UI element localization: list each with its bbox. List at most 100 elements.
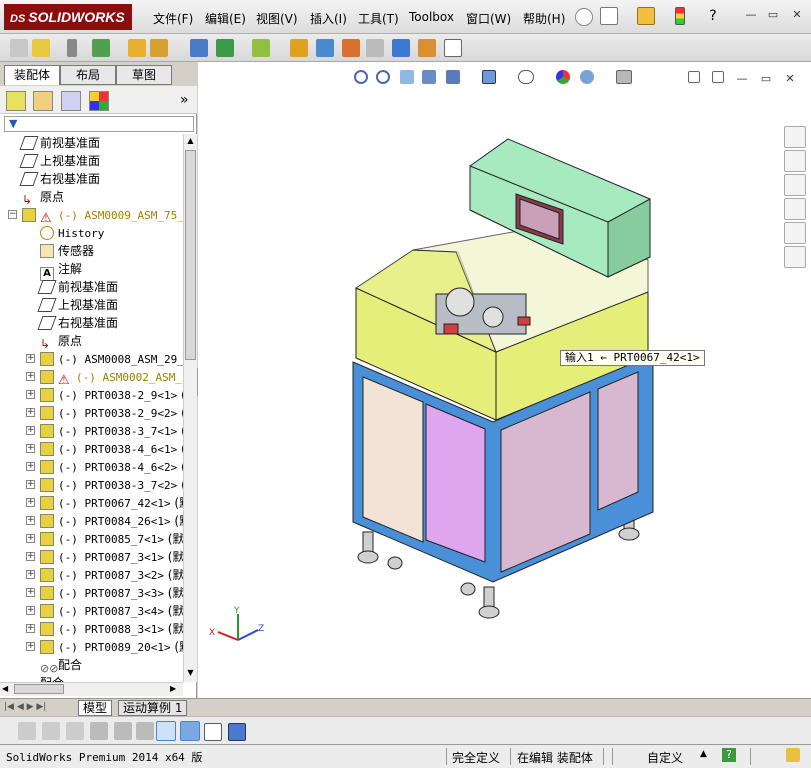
assembly-features-icon[interactable]: [216, 39, 234, 57]
shaded-icon[interactable]: [42, 722, 60, 740]
scroll-up-arrow-icon[interactable]: ▲: [186, 136, 195, 146]
status-tag-icon[interactable]: [786, 748, 800, 762]
menu-tools[interactable]: 工具(T): [358, 10, 399, 27]
minimize-button[interactable]: —: [743, 8, 759, 22]
tree-item-component[interactable]: (-) PRT0087_3<3> (默: [40, 584, 183, 602]
tree-item-component[interactable]: (-) PRT0038-3_7<1> (: [40, 422, 183, 440]
expand-toggle[interactable]: +: [26, 606, 35, 615]
expand-toggle[interactable]: +: [26, 426, 35, 435]
menu-insert[interactable]: 插入(I): [310, 10, 347, 27]
expand-toggle[interactable]: +: [26, 534, 35, 543]
assembly-model-3d[interactable]: [198, 62, 811, 698]
taskpane-file-explorer-icon[interactable]: [784, 174, 806, 196]
expand-toggle[interactable]: +: [26, 444, 35, 453]
tree-item-component[interactable]: (-) PRT0089_20<1> (默: [40, 638, 183, 656]
insert-component-icon[interactable]: [32, 39, 50, 57]
menu-window[interactable]: 窗口(W): [466, 10, 511, 27]
expand-toggle[interactable]: +: [26, 408, 35, 417]
tab-layout[interactable]: 布局: [60, 65, 116, 85]
tree-item-component[interactable]: (-) PRT0038-4_6<2> (: [40, 458, 183, 476]
expand-panel-icon[interactable]: »: [180, 92, 189, 108]
tree-item-origin[interactable]: ↳ 原点: [22, 188, 64, 207]
taskpane-custom-properties-icon[interactable]: [784, 246, 806, 268]
grid-icon[interactable]: [114, 722, 132, 740]
mate-icon[interactable]: [67, 39, 77, 57]
reference-geometry-icon[interactable]: [252, 39, 270, 57]
tree-item-component[interactable]: (-) PRT0067_42<1> (默: [40, 494, 183, 512]
menu-toolbox[interactable]: Toolbox: [409, 10, 454, 24]
scroll-down-arrow-icon[interactable]: ▼: [186, 668, 195, 678]
tab-assembly[interactable]: 装配体: [4, 65, 60, 85]
show-hidden-icon[interactable]: [190, 39, 208, 57]
taskpane-view-palette-icon[interactable]: [784, 198, 806, 220]
instant3d-icon[interactable]: [444, 39, 462, 57]
tree-item-front-plane-sub[interactable]: 前视基准面: [37, 278, 118, 296]
new-motion-study-icon[interactable]: [290, 39, 308, 57]
menu-view[interactable]: 视图(V): [256, 10, 298, 27]
smart-fasteners-icon[interactable]: [128, 39, 146, 57]
tree-view-icon[interactable]: [156, 721, 176, 741]
taskpane-appearances-icon[interactable]: [784, 222, 806, 244]
status-help[interactable]: ?: [722, 748, 736, 762]
exploded-view-icon[interactable]: [342, 39, 360, 57]
status-units[interactable]: 自定义: [647, 749, 683, 766]
edit-component-icon[interactable]: [10, 39, 28, 57]
property-manager-icon[interactable]: [33, 91, 53, 111]
wireframe-icon[interactable]: [90, 722, 108, 740]
expand-toggle[interactable]: +: [26, 372, 35, 381]
new-document-icon[interactable]: [600, 7, 618, 25]
menu-file[interactable]: 文件(F): [153, 10, 193, 27]
pin-icon[interactable]: [575, 8, 593, 26]
feature-manager-tree-icon[interactable]: [6, 91, 26, 111]
tree-item-mates-partial[interactable]: ⊘⊘配合: [22, 674, 64, 682]
expand-toggle[interactable]: +: [26, 354, 35, 363]
expand-toggle[interactable]: +: [26, 624, 35, 633]
configuration-manager-icon[interactable]: [61, 91, 81, 111]
units-up-arrow-icon[interactable]: ▲: [700, 749, 707, 759]
tree-item-history[interactable]: History: [40, 224, 104, 242]
expand-toggle[interactable]: +: [26, 462, 35, 471]
restore-button[interactable]: ▭: [765, 8, 781, 22]
tree-item-annotations[interactable]: A 注解: [40, 260, 82, 281]
tree-item-component[interactable]: (-) PRT0038-2_9<2> (: [40, 404, 183, 422]
tree-item-mates[interactable]: ⊘⊘配合: [40, 656, 82, 675]
expand-toggle[interactable]: +: [26, 642, 35, 651]
expand-toggle[interactable]: +: [26, 516, 35, 525]
tab-motion-study[interactable]: 运动算例 1: [118, 700, 188, 716]
tab-model[interactable]: 模型: [78, 700, 113, 716]
tree-horizontal-scrollbar[interactable]: ◀ ▶: [0, 682, 183, 696]
linear-pattern-icon[interactable]: [92, 39, 110, 57]
tree-item-component[interactable]: (-) PRT0087_3<1> (默: [40, 548, 183, 566]
save-view-icon[interactable]: [228, 723, 246, 741]
tree-item-component[interactable]: (-) PRT0085_7<1> (默: [40, 530, 183, 548]
tree-item-component[interactable]: (-) PRT0087_3<2> (默: [40, 566, 183, 584]
tree-item-component[interactable]: (-) PRT0087_3<4> (默: [40, 602, 183, 620]
table-view-icon[interactable]: [204, 723, 222, 741]
tree-item-origin-sub[interactable]: ↳ 原点: [40, 332, 82, 351]
hidden-lines-icon[interactable]: [66, 722, 84, 740]
scroll-thumb[interactable]: [185, 150, 196, 360]
close-button[interactable]: ✕: [789, 8, 805, 22]
horizontal-scroll-thumb[interactable]: [14, 684, 64, 694]
graphics-area[interactable]: — ▭ ✕ Y Z X: [198, 62, 811, 698]
collapse-toggle[interactable]: −: [8, 210, 17, 219]
menu-edit[interactable]: 编辑(E): [205, 10, 246, 27]
menu-help[interactable]: 帮助(H): [523, 10, 565, 27]
taskpane-home-icon[interactable]: [784, 126, 806, 148]
tree-item-component[interactable]: (-) PRT0084_26<1> (默: [40, 512, 183, 530]
tab-scroll-arrows-icon[interactable]: |◀ ◀ ▶ ▶|: [4, 702, 46, 712]
shaded-edges-icon[interactable]: [18, 722, 36, 740]
tab-sketch[interactable]: 草图: [116, 65, 172, 85]
move-component-icon[interactable]: [150, 39, 168, 57]
tree-item-component[interactable]: (-) ASM0008_ASM_29_A: [40, 350, 183, 368]
tree-filter-input[interactable]: ▼: [4, 116, 194, 132]
tree-item-root-assembly[interactable]: ⚠ (-) ASM0009_ASM_75_A: [22, 206, 183, 226]
expand-toggle[interactable]: +: [26, 552, 35, 561]
taskpane-design-library-icon[interactable]: [784, 150, 806, 172]
tree-item-component[interactable]: (-) PRT0038-3_7<2> (: [40, 476, 183, 494]
tree-vertical-scrollbar[interactable]: ▲ ▼: [183, 134, 197, 682]
expand-toggle[interactable]: +: [26, 588, 35, 597]
expand-toggle[interactable]: +: [26, 570, 35, 579]
tree-item-component[interactable]: (-) PRT0088_3<1> (默: [40, 620, 183, 638]
tree-item-component[interactable]: (-) PRT0038-4_6<1> (: [40, 440, 183, 458]
